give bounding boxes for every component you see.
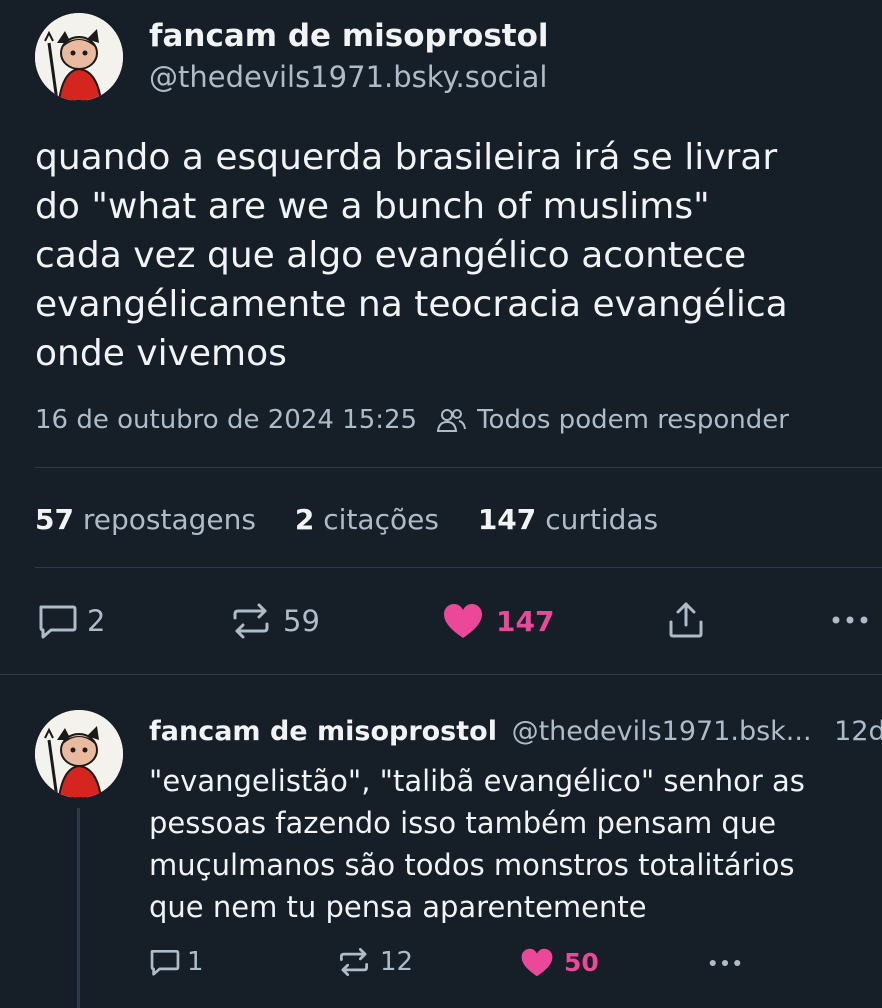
reply-text-line: muçulmanos são todos monstros totalitári… <box>149 848 795 882</box>
reposts-count: 57 <box>35 503 74 536</box>
speech-bubble-icon <box>149 947 181 977</box>
more-button[interactable] <box>830 612 870 628</box>
post-text-line: do "what are we a bunch of muslims" <box>35 186 710 227</box>
reply-avatar[interactable] <box>35 710 123 798</box>
reply-like-button[interactable]: 50 <box>520 947 599 978</box>
post-timestamp: 16 de outubro de 2024 15:25 <box>35 405 418 435</box>
avatar-image <box>35 13 123 101</box>
author-handle[interactable]: @thedevils1971.bsky.social <box>149 60 547 94</box>
quotes-count: 2 <box>294 503 315 536</box>
reply-text-line: que nem tu pensa aparentemente <box>149 890 647 924</box>
reply-text-line: pessoas fazendo isso também pensam que <box>149 806 777 840</box>
reply-setting[interactable]: Todos podem responder <box>477 405 789 435</box>
share-icon <box>667 600 705 640</box>
post-text-line: cada vez que algo evangélico acontece <box>35 235 747 276</box>
post-meta: 16 de outubro de 2024 15:25 Todos podem … <box>35 405 789 435</box>
heart-icon <box>442 602 484 640</box>
likes-label: curtidas <box>545 503 659 536</box>
people-icon <box>435 406 467 434</box>
divider <box>35 467 882 468</box>
author-name[interactable]: fancam de misoprostol <box>149 18 549 54</box>
reply-count: 2 <box>87 604 106 638</box>
likes-stat[interactable]: 147 curtidas <box>478 503 658 536</box>
heart-icon <box>520 947 554 978</box>
reply-repost-count: 12 <box>380 947 414 977</box>
reply-reply-count: 1 <box>187 947 204 977</box>
reply-text-line: "evangelistão", "talibã evangélico" senh… <box>149 764 805 798</box>
repost-arrows-icon <box>338 947 370 977</box>
like-count: 147 <box>496 604 555 638</box>
reply-reply-button[interactable]: 1 <box>149 947 204 977</box>
reposts-label: repostagens <box>82 503 256 536</box>
more-dots-icon <box>706 956 744 970</box>
like-button[interactable]: 147 <box>442 602 554 640</box>
reply-text: "evangelistão", "talibã evangélico" senh… <box>149 760 805 928</box>
share-button[interactable] <box>667 600 705 640</box>
reply-author-handle[interactable]: @thedevils1971.bsk... <box>512 716 812 747</box>
reply-age: 12d <box>834 716 882 747</box>
repost-arrows-icon <box>231 602 271 640</box>
reply-repost-button[interactable]: 12 <box>338 947 413 977</box>
reply-author-name[interactable]: fancam de misoprostol <box>149 716 497 747</box>
quotes-stat[interactable]: 2 citações <box>295 503 439 536</box>
avatar-image <box>35 710 123 798</box>
post-text-line: onde vivemos <box>35 333 287 374</box>
avatar[interactable] <box>35 13 123 101</box>
reply-button[interactable]: 2 <box>37 602 105 640</box>
likes-count: 147 <box>477 503 537 536</box>
reply-like-count: 50 <box>564 948 599 977</box>
post-text: quando a esquerda brasileira irá se livr… <box>35 133 788 378</box>
repost-button[interactable]: 59 <box>231 602 320 640</box>
more-dots-icon <box>830 612 870 628</box>
divider <box>0 674 882 675</box>
post-stats: 57 repostagens 2 citações 147 curtidas <box>35 503 688 536</box>
reposts-stat[interactable]: 57 repostagens <box>35 503 256 536</box>
thread-line <box>77 808 80 1008</box>
divider <box>35 567 882 568</box>
repost-count: 59 <box>283 604 320 638</box>
post-text-line: evangélicamente na teocracia evangélica <box>35 284 788 325</box>
speech-bubble-icon <box>37 602 79 640</box>
quotes-label: citações <box>323 503 439 536</box>
post-text-line: quando a esquerda brasileira irá se livr… <box>35 137 778 178</box>
reply-more-button[interactable] <box>706 956 744 970</box>
reply-header: fancam de misoprostol @thedevils1971.bsk… <box>149 716 882 747</box>
